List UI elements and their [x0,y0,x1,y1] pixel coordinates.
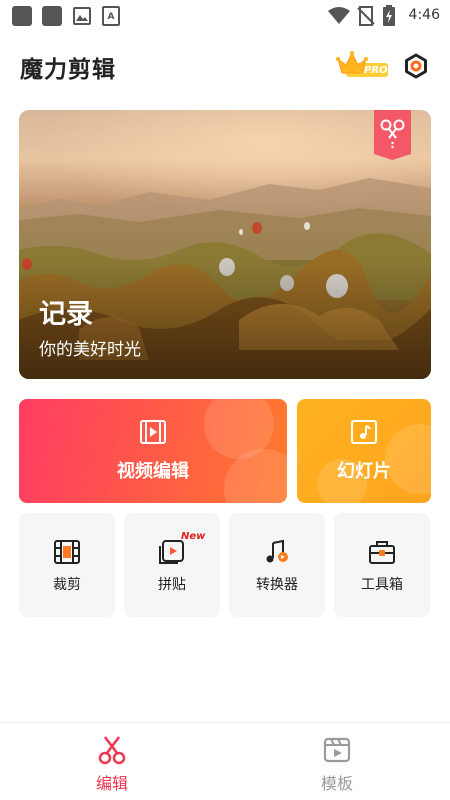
video-edit-label: 视频编辑 [117,461,189,482]
tool-collage[interactable]: New 拼贴 [124,513,220,617]
tool-converter[interactable]: 转换器 [229,513,325,617]
tool-converter-label: 转换器 [256,577,298,593]
template-film-icon [323,737,351,763]
app-title: 魔力剪辑 [20,57,116,83]
tool-collage-label: 拼贴 [158,577,186,593]
nav-tab-templates[interactable]: 模板 [292,735,382,795]
nav-tab-edit[interactable]: 编辑 [67,735,157,795]
status-bar: A 4:46 [0,0,450,32]
tool-crop-label: 裁剪 [53,577,81,593]
film-icon [140,420,166,444]
nav-tab-edit-label: 编辑 [95,774,128,793]
settings-button[interactable] [402,52,430,80]
crop-film-icon [54,540,80,564]
pro-label: PRO [364,65,388,76]
scissors-icon [98,736,126,765]
hero-title: 记录 [39,299,93,330]
image-icon [73,7,91,25]
collage-icon [159,540,184,564]
nav-tab-templates-label: 模板 [320,774,353,793]
scissors-tag-icon [374,110,411,160]
battery-charging-icon [383,5,395,26]
hero-banner[interactable]: 记录 你的美好时光 [19,110,431,379]
app-header: 魔力剪辑 PRO [0,40,450,92]
music-convert-icon [266,539,288,563]
svg-text:A: A [108,12,115,22]
clock-time: 4:46 [408,7,440,23]
no-signal-icon [357,6,375,26]
app-notification-icon [12,6,32,26]
slideshow-card[interactable]: 幻灯片 [297,399,431,503]
wifi-icon [328,7,350,24]
app-notification-icon [42,6,62,26]
toolbox-icon [369,541,395,564]
bottom-navigation: 编辑 模板 [0,722,450,800]
new-badge: New [181,531,206,542]
tool-toolbox-label: 工具箱 [361,577,403,593]
tool-crop[interactable]: 裁剪 [19,513,115,617]
settings-icon [405,53,427,79]
hero-subtitle: 你的美好时光 [39,340,141,360]
pro-button[interactable]: PRO [336,51,390,81]
font-icon: A [102,6,120,26]
slideshow-label: 幻灯片 [337,461,391,482]
music-note-icon [351,420,377,444]
tool-toolbox[interactable]: 工具箱 [334,513,430,617]
video-edit-card[interactable]: 视频编辑 [19,399,287,503]
